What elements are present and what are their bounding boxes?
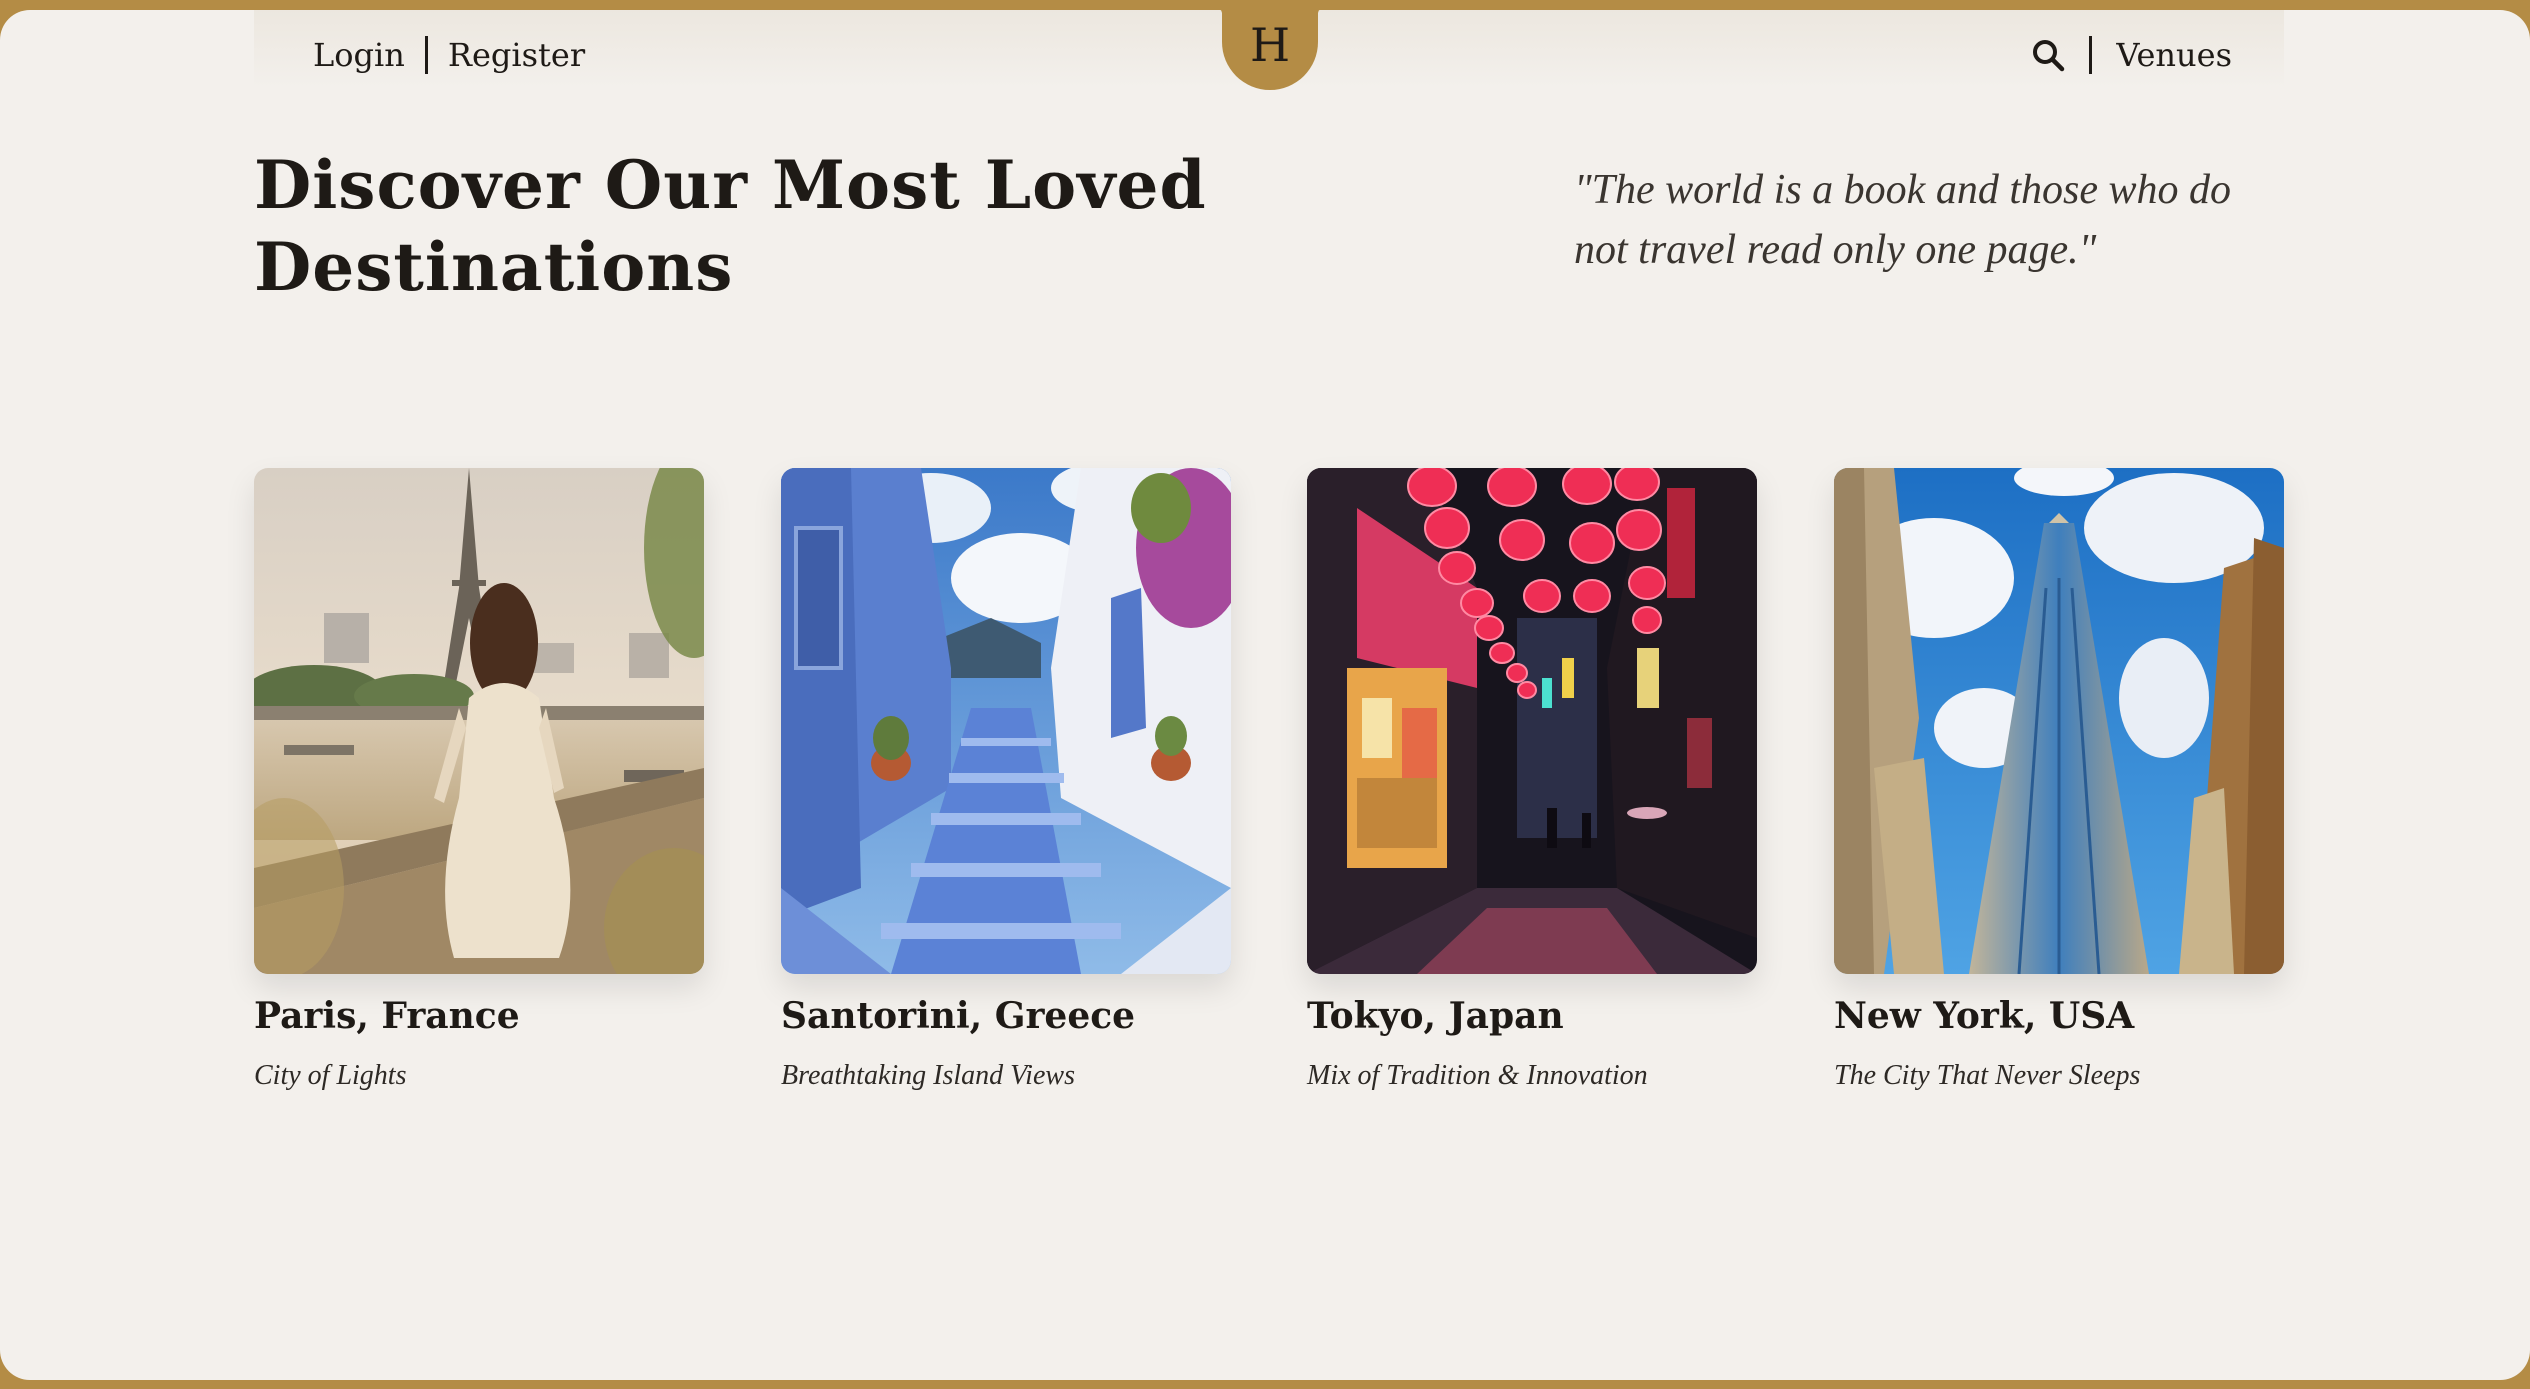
logo-letter: H [1249,18,1291,72]
login-link[interactable]: Login [313,36,405,74]
card-title[interactable]: Paris, France [254,994,704,1038]
card-subtitle: Breathtaking Island Views [781,1060,1075,1091]
destination-card-santorini[interactable]: Santorini, Greece Breathtaking Island Vi… [781,468,1231,1092]
card-title[interactable]: Tokyo, Japan [1307,994,1757,1038]
auth-links: Login Register [313,30,585,80]
card-subtitle: Mix of Tradition & Innovation [1307,1060,1648,1091]
santorini-image[interactable] [781,468,1231,974]
register-link[interactable]: Register [448,36,585,74]
destination-card-new-york[interactable]: New York, USA The City That Never Sleeps [1834,468,2284,1092]
destination-card-tokyo[interactable]: Tokyo, Japan Mix of Tradition & Innovati… [1307,468,1757,1092]
page-frame: Login Register H Venues Discover Our Mos… [0,10,2530,1380]
nav-divider [424,36,428,74]
travel-quote: "The world is a book and those who do no… [1574,167,2231,273]
card-subtitle: The City That Never Sleeps [1834,1060,2141,1091]
tokyo-image[interactable] [1307,468,1757,974]
card-title[interactable]: New York, USA [1834,994,2284,1038]
destination-cards: Paris, France City of Lights Santorini, … [254,468,2284,1128]
card-title[interactable]: Santorini, Greece [781,994,1231,1038]
paris-image[interactable] [254,468,704,974]
nav-right: Venues [2031,30,2232,80]
nav-divider [2089,36,2093,74]
destination-card-paris[interactable]: Paris, France City of Lights [254,468,704,1092]
search-icon[interactable] [2031,38,2065,72]
venues-link[interactable]: Venues [2116,36,2232,74]
page-title: Discover Our Most Loved Destinations [254,146,1207,306]
card-subtitle: City of Lights [254,1060,407,1091]
new-york-image[interactable] [1834,468,2284,974]
